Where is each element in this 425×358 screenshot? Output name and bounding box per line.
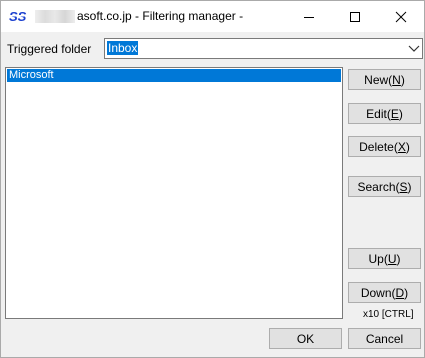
close-icon: [395, 11, 407, 22]
triggered-folder-select[interactable]: Inbox: [104, 38, 423, 59]
move-up-button[interactable]: Up(U): [348, 248, 421, 269]
redacted-title-prefix: [35, 10, 75, 23]
ok-button[interactable]: OK: [269, 328, 342, 349]
chevron-down-icon[interactable]: [408, 43, 420, 53]
window-title: asoft.co.jp - Filtering manager -: [77, 9, 244, 23]
filtering-manager-window: SS asoft.co.jp - Filtering manager - Tri…: [0, 0, 425, 358]
edit-button[interactable]: Edit(E): [348, 103, 421, 124]
delete-button[interactable]: Delete(X): [348, 136, 421, 157]
move-multiplier-hint: x10 [CTRL]: [363, 309, 414, 320]
maximize-icon: [350, 11, 360, 22]
minimize-button[interactable]: [286, 1, 332, 32]
search-button[interactable]: Search(S): [348, 176, 421, 197]
close-button[interactable]: [378, 1, 424, 32]
title-bar[interactable]: SS asoft.co.jp - Filtering manager -: [1, 1, 424, 32]
filter-list-item[interactable]: Microsoft: [7, 69, 341, 82]
new-button[interactable]: New(N): [348, 69, 421, 90]
filter-list[interactable]: Microsoft: [5, 67, 343, 319]
maximize-button[interactable]: [332, 1, 378, 32]
triggered-folder-label: Triggered folder: [7, 42, 92, 56]
triggered-folder-value: Inbox: [107, 41, 139, 55]
app-logo-icon: SS: [9, 9, 31, 23]
cancel-button[interactable]: Cancel: [348, 328, 421, 349]
minimize-icon: [304, 16, 314, 18]
move-down-button[interactable]: Down(D): [348, 282, 421, 303]
